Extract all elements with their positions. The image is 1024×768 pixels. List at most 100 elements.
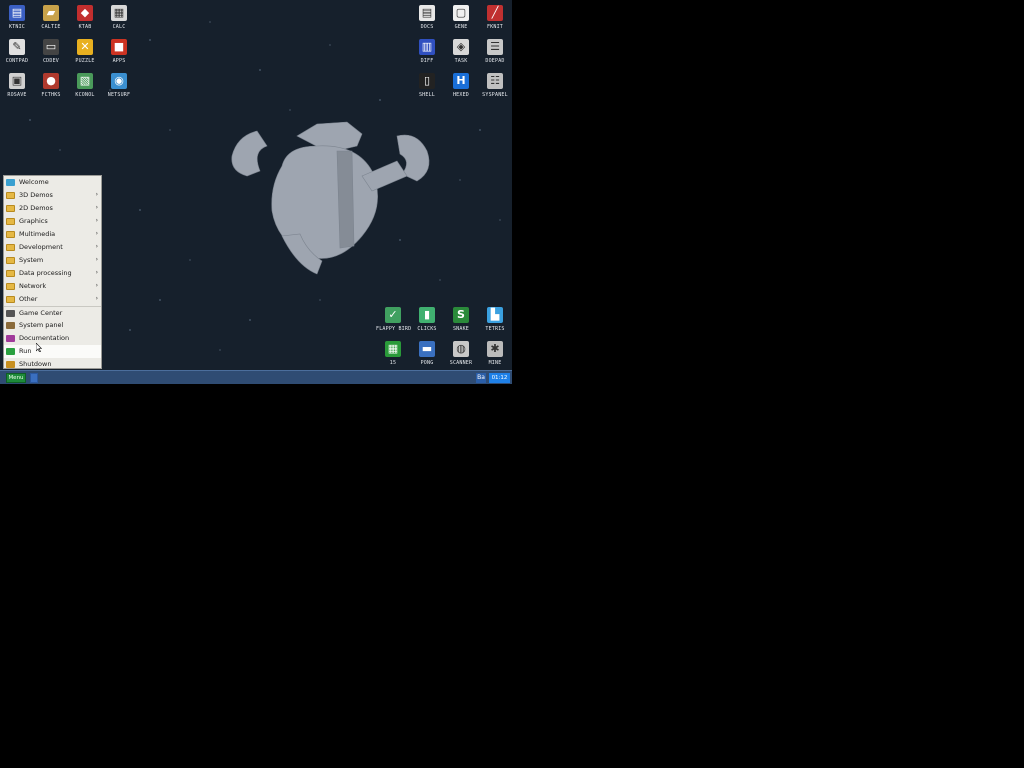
snake-icon: S bbox=[453, 307, 469, 323]
bird-icon: ✓ bbox=[385, 307, 401, 323]
submenu-arrow-icon: › bbox=[95, 230, 98, 237]
desktop-shortcut-label: PUZZLE bbox=[75, 58, 95, 64]
desktop[interactable]: ▤ KTNIC ▰ CALTIE ◆ KTAB ▦ CALC ✎ CONTPAD ▭ CDDEV ✕ PU… bbox=[0, 0, 512, 384]
desktop-shortcut-label: DOEPAD bbox=[485, 58, 505, 64]
desktop-shortcut-label: KTNIC bbox=[8, 24, 26, 30]
menu-item-label: Network bbox=[19, 282, 47, 290]
desktop-shortcut[interactable]: ◆ KTAB bbox=[68, 1, 102, 33]
desktop-shortcut[interactable]: ☰ DOEPAD bbox=[478, 35, 512, 67]
menu-item-system[interactable]: System › bbox=[4, 254, 101, 267]
desktop-shortcut-label: NETSURF bbox=[107, 92, 131, 98]
desktop-shortcut[interactable]: ▢ GENE bbox=[444, 1, 478, 33]
cube-icon: ■ bbox=[111, 39, 127, 55]
menu-item-data-processing[interactable]: Data processing › bbox=[4, 267, 101, 280]
taskbar-app-button[interactable] bbox=[30, 373, 38, 383]
desktop-shortcut[interactable]: ◉ NETSURF bbox=[102, 69, 136, 101]
menu-item-label: Shutdown bbox=[19, 360, 52, 368]
desktop-shortcut[interactable]: ◈ TASK bbox=[444, 35, 478, 67]
desktop-shortcut[interactable]: ✕ PUZZLE bbox=[68, 35, 102, 67]
desktop-shortcut[interactable]: ● FCTHKS bbox=[34, 69, 68, 101]
menu-item-3d-demos[interactable]: 3D Demos › bbox=[4, 189, 101, 202]
menu-item-label: Graphics bbox=[19, 217, 48, 225]
image-viewer-icon: ▧ bbox=[77, 73, 93, 89]
menu-item-game-center[interactable]: Game Center bbox=[4, 306, 101, 320]
submenu-arrow-icon: › bbox=[95, 204, 98, 211]
desktop-shortcut[interactable]: ☷ SYSPANEL bbox=[478, 69, 512, 101]
desktop-shortcut-label: CALC bbox=[112, 24, 126, 30]
desktop-shortcut[interactable]: ▙ TETRIS bbox=[478, 303, 512, 335]
list-icon: ☰ bbox=[487, 39, 503, 55]
shell-icon: ● bbox=[43, 73, 59, 89]
menu-item-documentation[interactable]: Documentation bbox=[4, 332, 101, 345]
folder-icon bbox=[6, 231, 15, 238]
menu-item-2d-demos[interactable]: 2D Demos › bbox=[4, 202, 101, 215]
bars-icon: ▮ bbox=[419, 307, 435, 323]
submenu-arrow-icon: › bbox=[95, 191, 98, 198]
desktop-shortcut[interactable]: ▰ CALTIE bbox=[34, 1, 68, 33]
desktop-shortcut-label: TETRIS bbox=[485, 326, 505, 332]
desktop-shortcut[interactable]: ▤ DOCS bbox=[410, 1, 444, 33]
folder-icon bbox=[6, 296, 15, 303]
folder-icon bbox=[6, 205, 15, 212]
desktop-shortcut[interactable]: ▤ KTNIC bbox=[0, 1, 34, 33]
desktop-shortcut[interactable]: ▬ PONG bbox=[410, 337, 444, 369]
desktop-shortcut-label: CDDEV bbox=[42, 58, 60, 64]
menu-item-label: Welcome bbox=[19, 178, 49, 186]
menu-item-other[interactable]: Other › bbox=[4, 293, 101, 306]
printer-icon: ▣ bbox=[9, 73, 25, 89]
grid-icon: ▦ bbox=[385, 341, 401, 357]
desktop-shortcut[interactable]: ▮ CLICKS bbox=[410, 303, 444, 335]
menu-item-system-panel[interactable]: System panel bbox=[4, 319, 101, 332]
tray-clock[interactable]: 01:12 bbox=[489, 373, 510, 383]
menu-item-multimedia[interactable]: Multimedia › bbox=[4, 228, 101, 241]
task-icon: ◈ bbox=[453, 39, 469, 55]
book-icon bbox=[6, 335, 15, 342]
start-menu: Welcome 3D Demos › 2D Demos › Graphics › Multim… bbox=[3, 175, 102, 369]
taskbar: Menu Ba 01:12 bbox=[0, 370, 512, 384]
desktop-shortcut[interactable]: ◍ SCANNER bbox=[444, 337, 478, 369]
menu-item-label: 3D Demos bbox=[19, 191, 53, 199]
run-icon bbox=[6, 348, 15, 355]
desktop-shortcut[interactable]: ▭ CDDEV bbox=[34, 35, 68, 67]
desktop-shortcut[interactable]: ▯ SHELL bbox=[410, 69, 444, 101]
desktop-shortcut[interactable]: ✓ FLAPPY BIRD bbox=[376, 303, 411, 335]
desktop-shortcut[interactable]: ■ APPS bbox=[102, 35, 136, 67]
shutdown-icon bbox=[6, 361, 15, 368]
calculator-icon: ▦ bbox=[111, 5, 127, 21]
menu-item-label: Other bbox=[19, 295, 38, 303]
tray-sound-indicator[interactable]: Ba bbox=[476, 373, 486, 383]
welcome-icon bbox=[6, 179, 15, 186]
menu-item-label: 2D Demos bbox=[19, 204, 53, 212]
desktop-shortcut[interactable]: H HEXED bbox=[444, 69, 478, 101]
desktop-shortcut[interactable]: ✱ MINE bbox=[478, 337, 512, 369]
window-icon: ▢ bbox=[453, 5, 469, 21]
desktop-shortcut-label: DOCS bbox=[420, 24, 434, 30]
menu-item-run[interactable]: Run bbox=[4, 345, 101, 358]
start-menu-button[interactable]: Menu bbox=[6, 373, 26, 383]
desktop-shortcut[interactable]: ▦ 15 bbox=[376, 337, 410, 369]
menu-item-label: System bbox=[19, 256, 44, 264]
menu-item-graphics[interactable]: Graphics › bbox=[4, 215, 101, 228]
desktop-shortcut-label: SYSPANEL bbox=[482, 92, 508, 98]
desktop-shortcut[interactable]: ▧ KCONOL bbox=[68, 69, 102, 101]
desktop-shortcut-label: 15 bbox=[389, 360, 397, 366]
desktop-shortcut[interactable]: ✎ CONTPAD bbox=[0, 35, 34, 67]
desktop-shortcut[interactable]: ╱ FKNIT bbox=[478, 1, 512, 33]
desktop-shortcut[interactable]: ▣ ROSAVE bbox=[0, 69, 34, 101]
desktop-shortcut-label: KTAB bbox=[78, 24, 92, 30]
menu-item-label: Development bbox=[19, 243, 63, 251]
wallpaper-mascot-image bbox=[231, 121, 430, 275]
desktop-shortcut[interactable]: ▦ CALC bbox=[102, 1, 136, 33]
desktop-shortcut[interactable]: ▥ DIFF bbox=[410, 35, 444, 67]
menu-item-network[interactable]: Network › bbox=[4, 280, 101, 293]
desktop-shortcut-label: CALTIE bbox=[41, 24, 61, 30]
menu-item-welcome[interactable]: Welcome bbox=[4, 176, 101, 189]
desktop-shortcut[interactable]: S SNAKE bbox=[444, 303, 478, 335]
desktop-shortcut-label: SNAKE bbox=[452, 326, 470, 332]
desktop-shortcut-label: CLICKS bbox=[417, 326, 437, 332]
editor-icon: ✎ bbox=[9, 39, 25, 55]
notepad-icon: ▤ bbox=[9, 5, 25, 21]
desktop-shortcut-label: SHELL bbox=[418, 92, 436, 98]
menu-item-development[interactable]: Development › bbox=[4, 241, 101, 254]
panel-icon: ☷ bbox=[487, 73, 503, 89]
